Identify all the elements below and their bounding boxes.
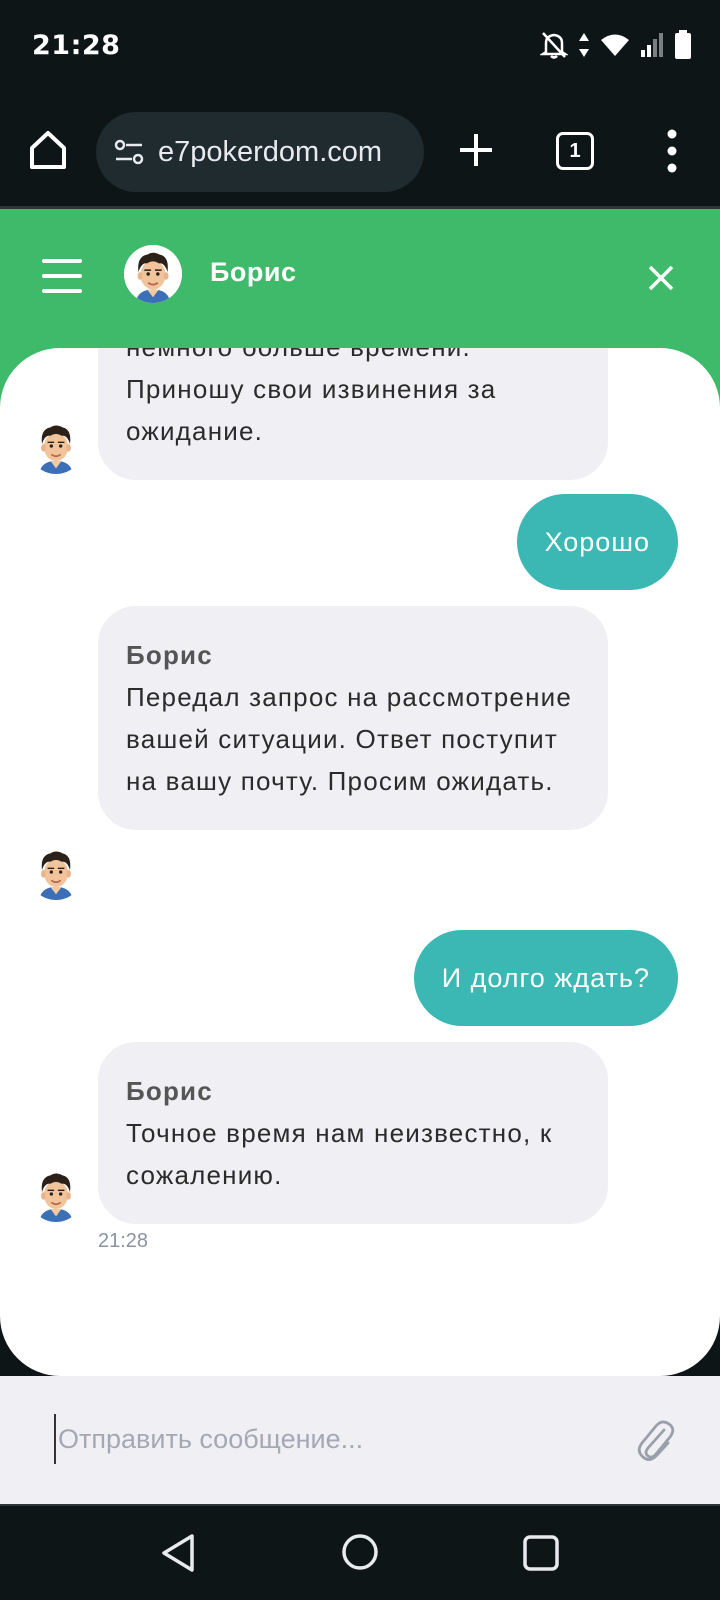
url-bar[interactable]: e7pokerdom.com (96, 112, 424, 192)
agent-message: немного больше времени. Приношу свои изв… (98, 348, 608, 480)
message-sender: Борис (126, 640, 213, 670)
signal-icon (641, 33, 663, 57)
agent-avatar (28, 844, 84, 900)
user-message: И долго ждать? (413, 930, 678, 1026)
user-message: Хорошо (516, 494, 678, 590)
message-composer (0, 1376, 720, 1504)
battery-icon (675, 30, 691, 59)
home-icon[interactable] (26, 128, 70, 172)
status-icons (540, 30, 692, 60)
wifi-icon (601, 34, 629, 56)
message-text: И долго ждать? (441, 962, 650, 993)
chat-messages[interactable]: немного больше времени. Приношу свои изв… (0, 348, 720, 1376)
status-time: 21:28 (32, 30, 121, 61)
agent-avatar (28, 418, 84, 474)
message-sender: Борис (126, 1076, 213, 1106)
nav-home-icon[interactable] (340, 1532, 380, 1572)
agent-name: Борис (210, 257, 297, 287)
tune-icon[interactable] (112, 135, 146, 169)
bell-off-icon (540, 32, 568, 59)
agent-avatar (28, 1166, 84, 1222)
attach-icon[interactable] (634, 1418, 676, 1464)
close-icon[interactable] (646, 263, 676, 293)
message-text: Хорошо (544, 526, 650, 557)
message-text: Точное время нам неизвестно, к сожалению… (126, 1118, 553, 1190)
tabs-icon[interactable]: 1 (556, 132, 594, 170)
data-arrows-icon (579, 33, 589, 57)
message-input[interactable] (54, 1414, 594, 1464)
agent-avatar (124, 245, 182, 303)
message-text: Передал запрос на рассмотрение вашей сит… (126, 682, 573, 796)
nav-recent-icon[interactable] (522, 1534, 560, 1572)
message-text: немного больше времени. Приношу свои изв… (126, 348, 497, 446)
status-bar: 21:28 (0, 0, 720, 98)
browser-toolbar: e7pokerdom.com 1 (0, 98, 720, 208)
agent-message: Борис Точное время нам неизвестно, к сож… (98, 1042, 608, 1224)
plus-icon[interactable] (456, 130, 496, 170)
menu-icon[interactable] (42, 259, 82, 293)
more-vert-icon[interactable] (662, 128, 682, 174)
agent-message: Борис Передал запрос на рассмотрение ваш… (98, 606, 608, 830)
nav-back-icon[interactable] (158, 1532, 198, 1574)
system-nav-bar (0, 1504, 720, 1600)
message-timestamp: 21:28 (98, 1230, 149, 1252)
url-text[interactable]: e7pokerdom.com (158, 136, 382, 169)
